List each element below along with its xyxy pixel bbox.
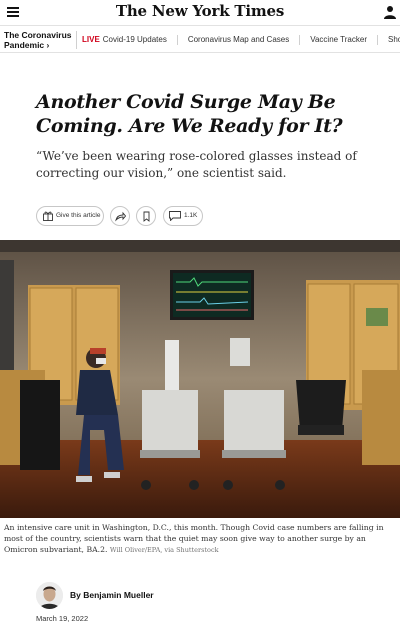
bookmark-icon xyxy=(143,211,150,222)
photo-caption: An intensive care unit in Washington, D.… xyxy=(4,522,398,556)
masthead: The New York Times xyxy=(0,0,400,26)
article-headline: Another Covid Surge May Be Coming. Are W… xyxy=(36,91,343,137)
nav-item-vaccine-tracker[interactable]: Vaccine Tracker xyxy=(310,35,367,44)
gift-label: Give this article xyxy=(56,212,101,219)
nav-separator xyxy=(299,35,301,45)
save-button[interactable] xyxy=(136,206,156,226)
share-button[interactable] xyxy=(110,206,130,226)
nav-item-covid-updates[interactable]: LIVE Covid-19 Updates xyxy=(82,35,167,44)
nav-separator xyxy=(176,35,178,45)
article-summary: “We’ve been wearing rose-colored glasses… xyxy=(36,149,357,180)
gift-icon xyxy=(43,211,53,221)
author-avatar[interactable] xyxy=(36,582,63,609)
user-icon[interactable] xyxy=(384,5,396,19)
share-icon xyxy=(115,211,126,222)
publish-date: March 19, 2022 xyxy=(36,614,89,623)
gift-article-button[interactable]: Give this article xyxy=(36,206,104,226)
author-name[interactable]: By Benjamin Mueller xyxy=(70,590,154,600)
photo-credit: Will Oliver/EPA, via Shutterstock xyxy=(109,546,219,554)
nav-item-map[interactable]: Coronavirus Map and Cases xyxy=(188,35,289,44)
section-nav: The Coronavirus Pandemic › LIVE Covid-19 … xyxy=(0,27,400,53)
nav-items: LIVE Covid-19 Updates Coronavirus Map and … xyxy=(82,35,400,45)
nav-separator xyxy=(376,35,378,45)
nav-item-label: Covid-19 Updates xyxy=(102,35,167,45)
comments-button[interactable]: 1.1K xyxy=(163,206,203,226)
comment-count: 1.1K xyxy=(184,212,198,219)
nav-item-should-you-get[interactable]: Should You Get a xyxy=(388,35,400,44)
nav-divider xyxy=(76,31,77,49)
nyt-logo[interactable]: The New York Times xyxy=(0,2,400,20)
lead-photo xyxy=(0,240,400,518)
live-badge: LIVE xyxy=(82,35,100,45)
section-link[interactable]: The Coronavirus Pandemic › xyxy=(4,30,76,50)
comment-icon xyxy=(169,211,181,221)
